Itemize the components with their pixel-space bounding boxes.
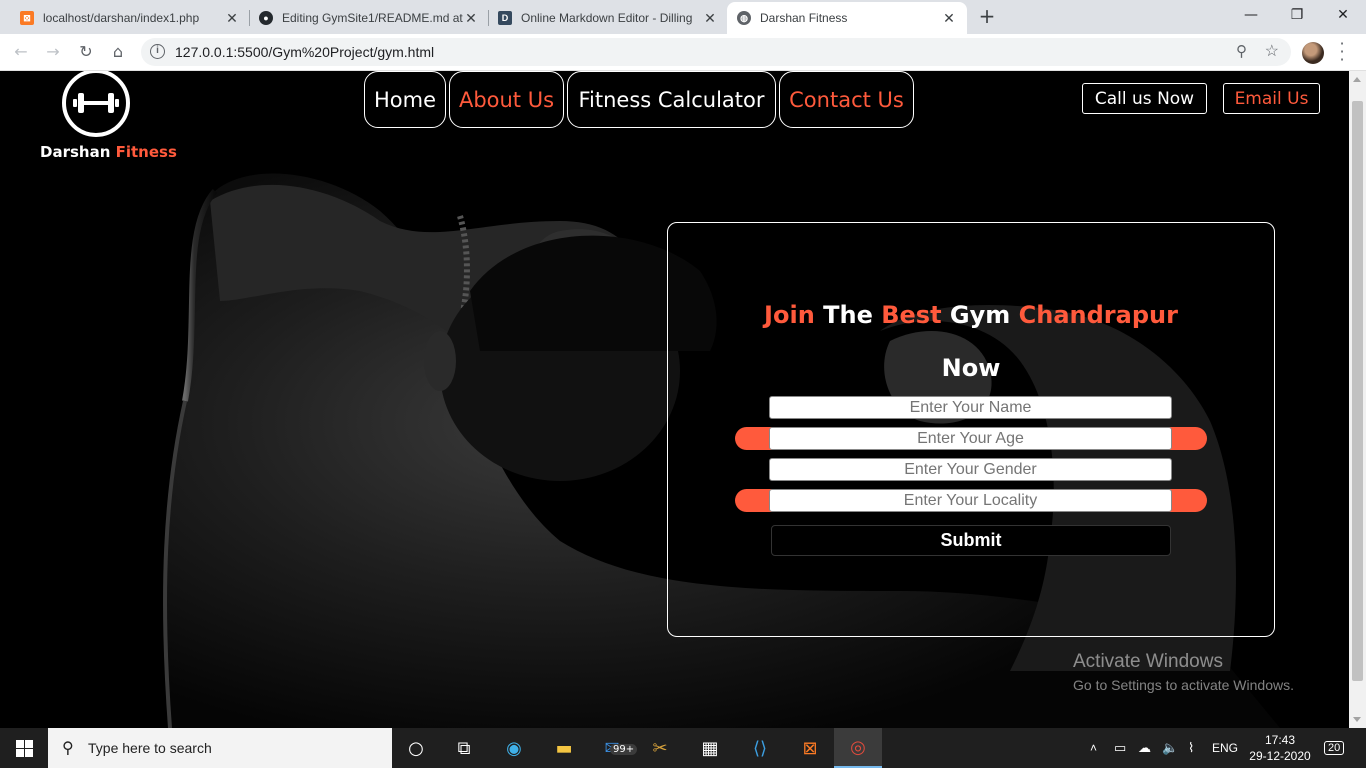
edge-icon[interactable]: ◉ (490, 728, 538, 768)
scrollbar-thumb[interactable] (1352, 101, 1363, 681)
tab-localhost[interactable]: ⊠ localhost/darshan/index1.php ✕ (10, 2, 250, 34)
form-title-word: Chandrapur (1018, 301, 1178, 329)
tab-title: localhost/darshan/index1.php (43, 11, 200, 25)
address-bar[interactable]: i 127.0.0.1:5500/Gym%20Project/gym.html … (141, 38, 1291, 66)
scroll-down-arrow-icon[interactable] (1353, 717, 1361, 722)
battery-icon[interactable]: ▭ (1114, 728, 1126, 768)
name-input[interactable] (769, 396, 1172, 419)
form-title-word: Join (764, 301, 815, 329)
restore-button[interactable]: ❐ (1274, 0, 1320, 32)
github-icon: ● (259, 11, 273, 25)
locality-input[interactable] (769, 489, 1172, 512)
windows-taskbar: ⚲ Type here to search ○ ⧉ ◉ ▬ ✉99+ ✂ ▦ ⟨… (0, 728, 1366, 768)
watermark-subtitle: Go to Settings to activate Windows. (1073, 677, 1294, 693)
cortana-icon[interactable]: ○ (392, 728, 440, 768)
close-tab-icon[interactable]: ✕ (224, 10, 240, 27)
start-button[interactable] (0, 728, 48, 768)
globe-icon: ◍ (737, 11, 751, 25)
nav-contact-us[interactable]: Contact Us (779, 71, 914, 128)
back-arrow-icon[interactable]: ← (10, 41, 32, 63)
site-info-icon[interactable]: i (150, 44, 165, 59)
form-title-word: Best (881, 301, 942, 329)
page-scrollbar[interactable] (1349, 71, 1366, 728)
close-window-button[interactable]: ✕ (1320, 0, 1366, 32)
close-tab-icon[interactable]: ✕ (463, 10, 479, 27)
taskbar-search-box[interactable]: ⚲ Type here to search (48, 728, 392, 768)
nav-about-us[interactable]: About Us (449, 71, 564, 128)
browser-tab-strip: ⊠ localhost/darshan/index1.php ✕ ● Editi… (0, 0, 1366, 34)
mail-icon[interactable]: ✉99+ (588, 728, 638, 768)
gender-input[interactable] (769, 458, 1172, 481)
tab-github[interactable]: ● Editing GymSite1/README.md at ✕ (249, 2, 489, 34)
chrome-icon[interactable]: ◎ (834, 728, 882, 768)
activate-windows-watermark: Activate Windows Go to Settings to activ… (1073, 651, 1294, 693)
language-indicator[interactable]: ENG (1212, 728, 1238, 768)
form-title-word: Now (941, 354, 1001, 382)
wifi-icon[interactable]: ⌇ (1188, 728, 1194, 768)
store-icon[interactable]: ▦ (686, 728, 734, 768)
search-icon: ⚲ (62, 740, 74, 757)
brand-name: Darshan Fitness (40, 143, 177, 161)
page-viewport: Darshan Fitness Home About Us Fitness Ca… (0, 71, 1349, 728)
browser-toolbar: ← → ↻ ⌂ i 127.0.0.1:5500/Gym%20Project/g… (0, 34, 1366, 71)
snipping-tool-icon[interactable]: ✂ (636, 728, 684, 768)
form-title-word: The (823, 301, 873, 329)
zoom-icon[interactable]: ⚲ (1236, 42, 1247, 60)
close-tab-icon[interactable]: ✕ (941, 10, 957, 27)
minimize-button[interactable]: — (1228, 0, 1274, 32)
tab-title: Online Markdown Editor - Dilling (521, 11, 693, 25)
vscode-icon[interactable]: ⟨⟩ (736, 728, 784, 768)
notification-center-icon[interactable]: 20 (1324, 728, 1345, 768)
onedrive-icon[interactable]: ☁ (1138, 728, 1151, 768)
form-title-word: Gym (949, 301, 1011, 329)
tab-darshan-fitness[interactable]: ◍ Darshan Fitness ✕ (727, 2, 967, 34)
tab-dillinger[interactable]: D Online Markdown Editor - Dilling ✕ (488, 2, 728, 34)
xampp-taskbar-icon[interactable]: ⊠ (786, 728, 834, 768)
show-hidden-icons-icon[interactable]: ˄ (1090, 728, 1097, 768)
submit-button[interactable]: Submit (771, 525, 1171, 556)
new-tab-button[interactable]: + (976, 5, 998, 27)
brand-name-primary: Darshan (40, 143, 111, 161)
forward-arrow-icon[interactable]: → (42, 41, 64, 63)
call-us-button[interactable]: Call us Now (1082, 83, 1207, 114)
url-text: 127.0.0.1:5500/Gym%20Project/gym.html (175, 44, 435, 60)
file-explorer-icon[interactable]: ▬ (540, 728, 588, 768)
notification-count: 20 (1324, 741, 1345, 755)
scroll-up-arrow-icon[interactable] (1353, 77, 1361, 82)
brand-name-accent: Fitness (115, 143, 177, 161)
close-tab-icon[interactable]: ✕ (702, 10, 718, 27)
volume-icon[interactable]: 🔈 (1162, 728, 1178, 768)
nav-fitness-calculator[interactable]: Fitness Calculator (567, 71, 776, 128)
browser-menu-icon[interactable]: · · · (1334, 36, 1350, 68)
tab-title: Editing GymSite1/README.md at (282, 11, 463, 25)
watermark-title: Activate Windows (1073, 651, 1223, 672)
logo[interactable] (62, 71, 130, 137)
email-us-button[interactable]: Email Us (1223, 83, 1320, 114)
clock-date: 29-12-2020 (1249, 749, 1311, 763)
windows-logo-icon (15, 739, 33, 757)
clock-time: 17:43 (1264, 733, 1296, 747)
mail-badge: 99+ (610, 744, 638, 755)
reload-icon[interactable]: ↻ (75, 41, 97, 63)
bookmark-star-icon[interactable]: ☆ (1265, 41, 1279, 61)
search-placeholder: Type here to search (88, 740, 212, 756)
profile-avatar[interactable] (1302, 42, 1324, 64)
tab-title: Darshan Fitness (760, 11, 848, 25)
dillinger-icon: D (498, 11, 512, 25)
system-clock[interactable]: 17:43 29-12-2020 (1246, 732, 1314, 764)
xampp-icon: ⊠ (20, 11, 34, 25)
task-view-icon[interactable]: ⧉ (440, 728, 488, 768)
dumbbell-icon (73, 93, 119, 113)
form-title: Join The Best Gym Chandrapur Now (668, 289, 1274, 395)
nav-home[interactable]: Home (364, 71, 446, 128)
age-input[interactable] (769, 427, 1172, 450)
home-icon[interactable]: ⌂ (107, 41, 129, 63)
